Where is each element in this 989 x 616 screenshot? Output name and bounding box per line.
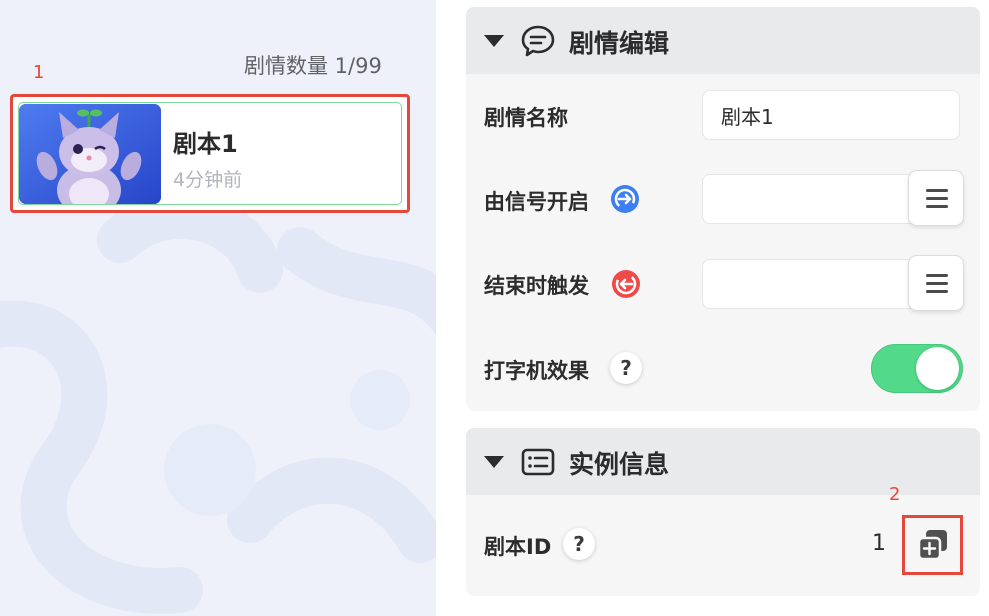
script-card[interactable]: 剧本1 4分钟前 [10, 94, 410, 213]
speech-bubble-icon [521, 25, 555, 57]
collapse-caret-icon[interactable] [484, 456, 504, 468]
script-id-label: 剧本ID [484, 535, 552, 559]
annotation-marker-2: 2 [889, 484, 901, 505]
plot-edit-section: 剧情编辑 剧情名称 由信号开启 结束时触发 [466, 7, 980, 411]
instance-info-section: 实例信息 剧本ID ? 1 [466, 428, 980, 596]
cat-character-thumbnail [19, 104, 161, 204]
copy-icon [917, 530, 947, 561]
help-icon[interactable]: ? [610, 352, 642, 384]
script-card-time: 4分钟前 [173, 169, 243, 191]
plot-name-label: 剧情名称 [484, 106, 568, 130]
script-id-value: 1 [872, 531, 886, 556]
copy-id-button[interactable] [902, 515, 963, 575]
script-list-pane: 剧情数量 1/99 1 剧本1 4分钟前 [0, 0, 436, 616]
end-trigger-menu-button[interactable] [908, 255, 964, 311]
typewriter-toggle[interactable] [871, 344, 963, 393]
toggle-knob [916, 347, 959, 390]
end-trigger-field[interactable] [702, 259, 922, 309]
end-trigger-select[interactable] [702, 255, 964, 313]
properties-pane: 剧情编辑 剧情名称 由信号开启 结束时触发 [436, 0, 989, 616]
signal-start-menu-button[interactable] [908, 170, 964, 226]
help-icon[interactable]: ? [563, 528, 595, 560]
plot-name-input[interactable] [702, 90, 960, 140]
script-count-label: 剧情数量 1/99 [244, 54, 382, 78]
instance-info-title: 实例信息 [569, 450, 670, 479]
signal-in-icon [611, 185, 639, 213]
plot-edit-header[interactable]: 剧情编辑 [466, 7, 980, 74]
typewriter-label: 打字机效果 [484, 359, 589, 383]
signal-start-select[interactable] [702, 170, 964, 228]
background-pattern [0, 193, 436, 614]
plot-edit-title: 剧情编辑 [569, 29, 670, 58]
annotation-marker-1: 1 [33, 62, 45, 83]
end-trigger-label: 结束时触发 [484, 274, 589, 298]
signal-start-label: 由信号开启 [484, 190, 589, 214]
script-card-title: 剧本1 [173, 130, 238, 158]
info-list-icon [521, 448, 555, 476]
instance-info-header[interactable]: 实例信息 [466, 428, 980, 495]
collapse-caret-icon[interactable] [484, 35, 504, 47]
signal-out-icon [612, 270, 640, 298]
signal-start-field[interactable] [702, 174, 922, 224]
